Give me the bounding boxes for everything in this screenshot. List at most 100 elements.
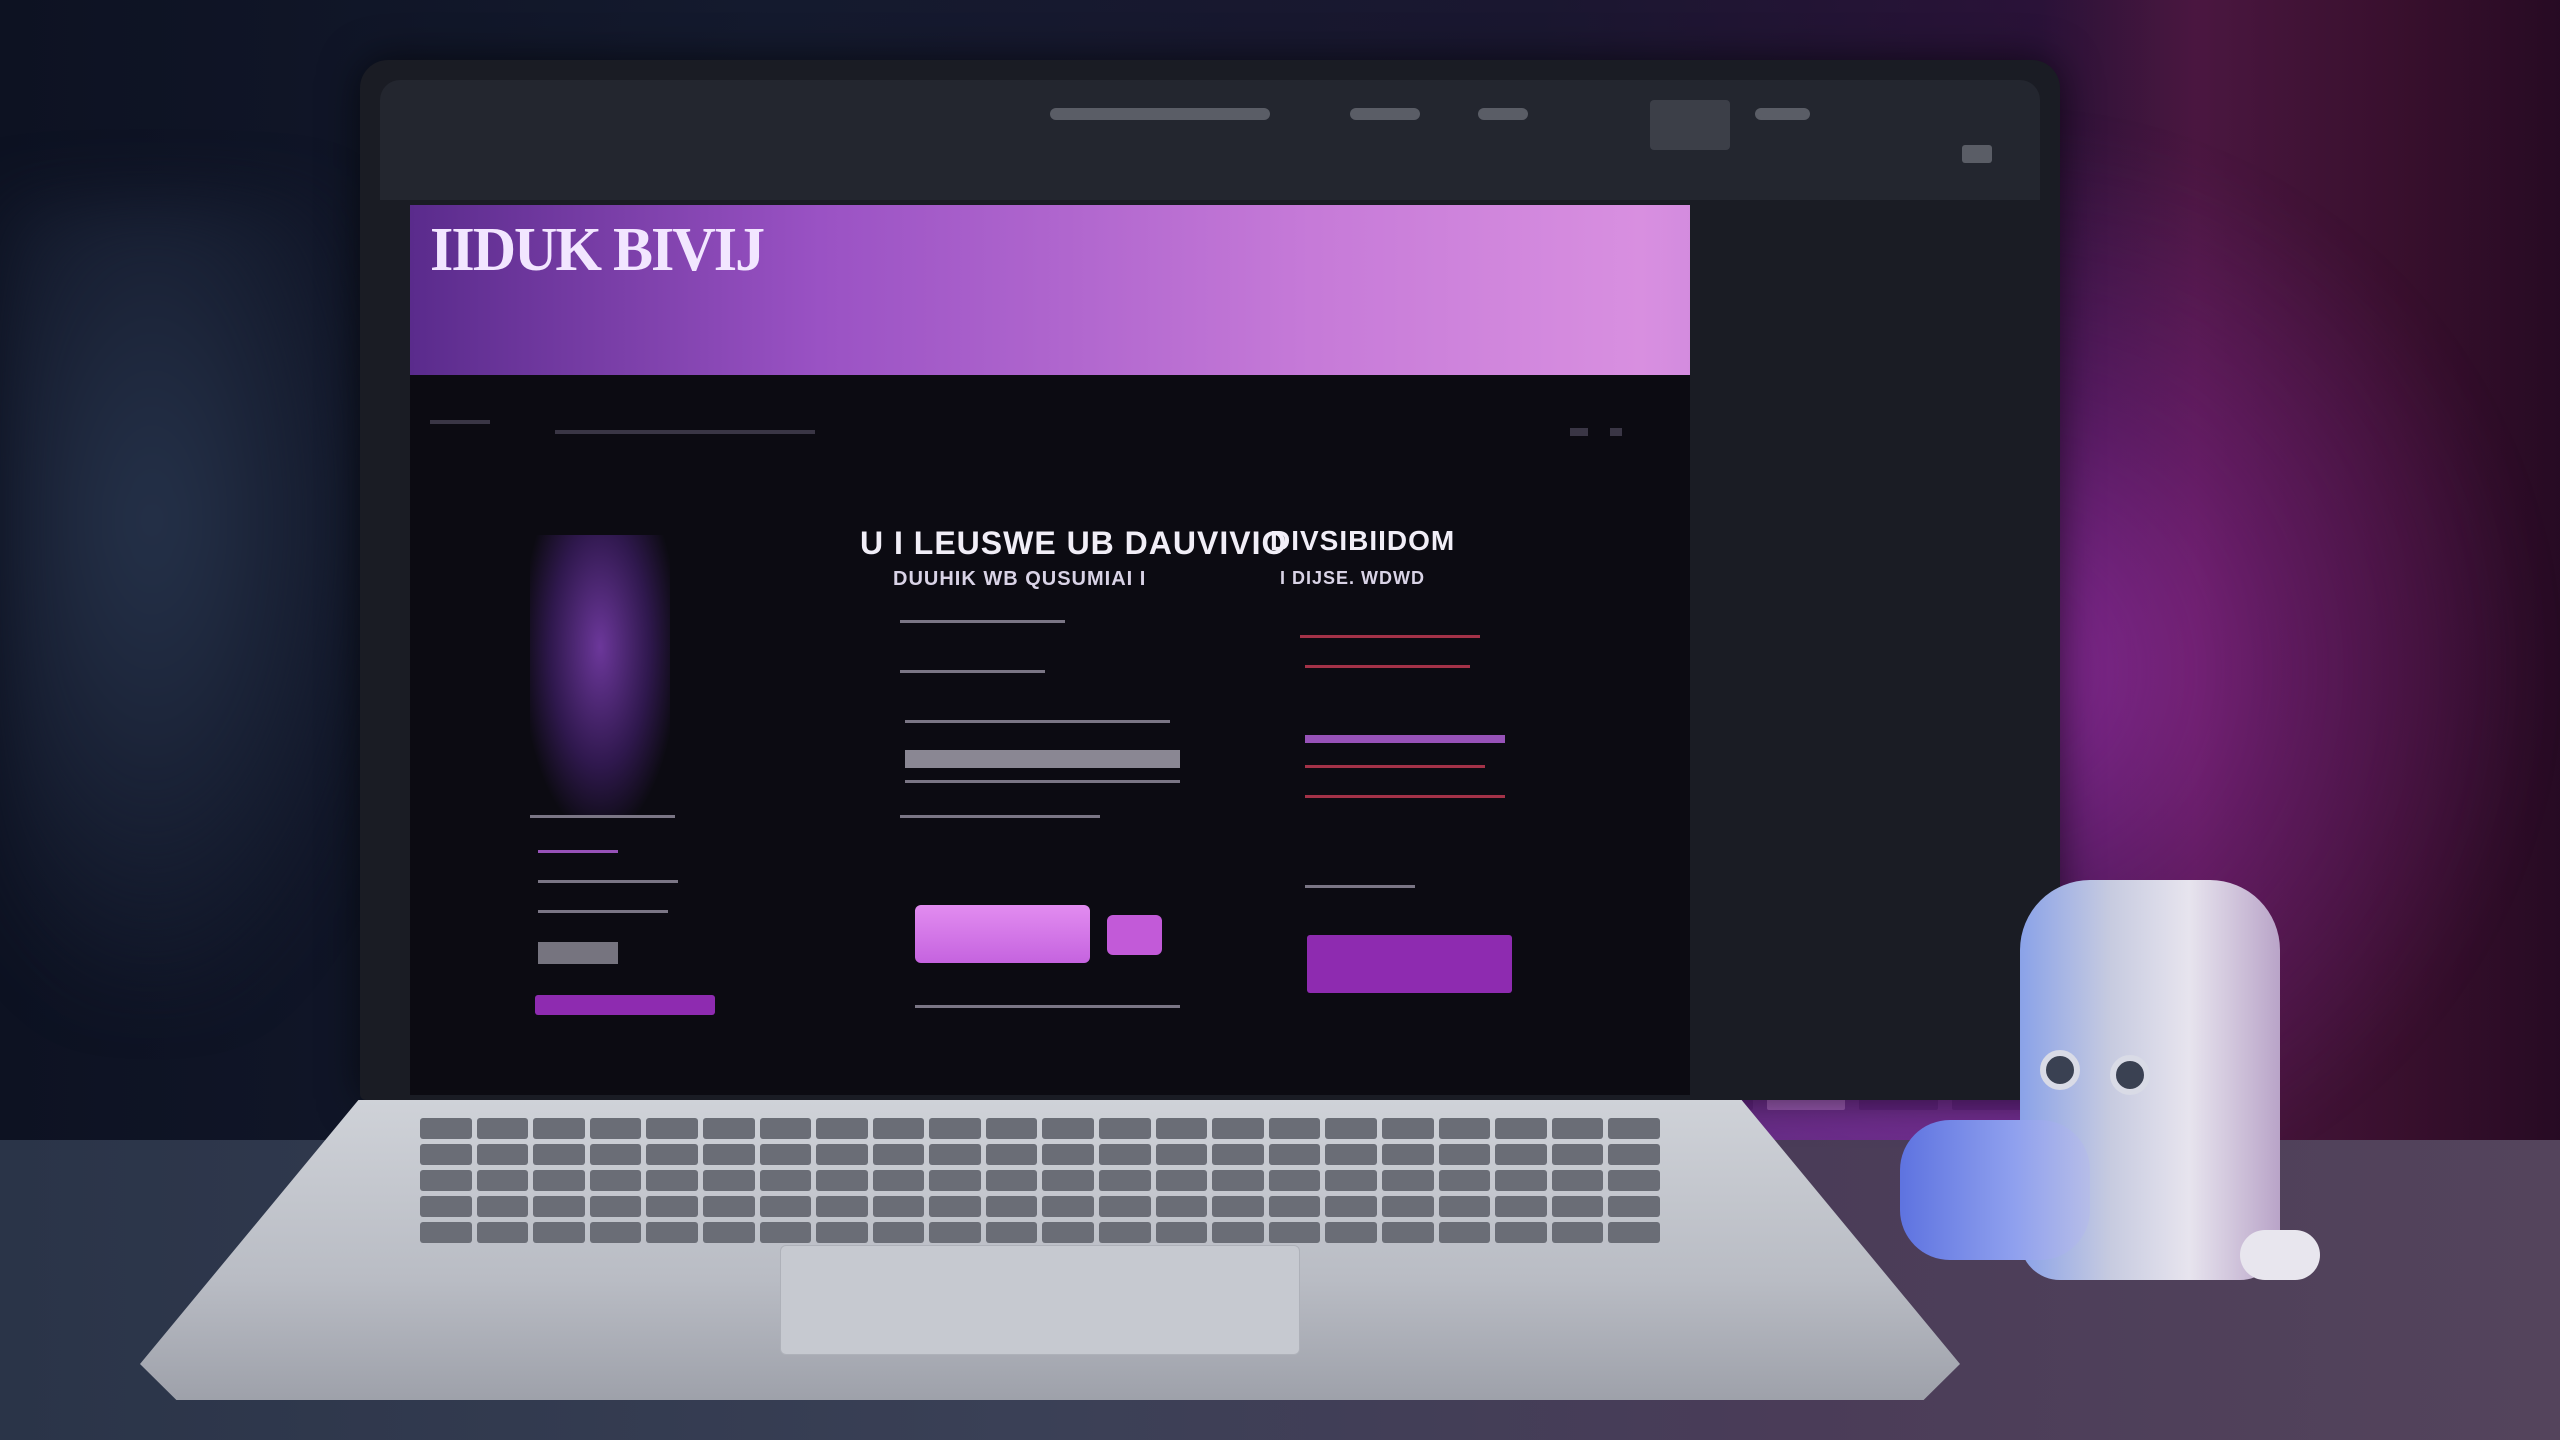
keyboard-key[interactable] xyxy=(646,1144,698,1165)
keyboard-key[interactable] xyxy=(1042,1118,1095,1139)
keyboard-key[interactable] xyxy=(1155,1144,1208,1165)
browser-window-button[interactable] xyxy=(1650,100,1730,150)
keyboard-key[interactable] xyxy=(1155,1222,1208,1243)
keyboard-key[interactable] xyxy=(1382,1196,1434,1217)
keyboard-key[interactable] xyxy=(1608,1144,1660,1165)
keyboard-key[interactable] xyxy=(1212,1196,1264,1217)
keyboard-key[interactable] xyxy=(985,1196,1038,1217)
keyboard-key[interactable] xyxy=(1325,1118,1378,1139)
keyboard-key[interactable] xyxy=(589,1118,642,1139)
site-logo[interactable]: IIDUK BIVIJ xyxy=(430,213,765,285)
keyboard-key[interactable] xyxy=(1212,1222,1264,1243)
keyboard-key[interactable] xyxy=(929,1170,981,1191)
keyboard-key[interactable] xyxy=(1495,1118,1547,1139)
keyboard-key[interactable] xyxy=(1495,1196,1547,1217)
keyboard-key[interactable] xyxy=(702,1170,755,1191)
keyboard-key[interactable] xyxy=(1099,1170,1151,1191)
keyboard-key[interactable] xyxy=(929,1222,981,1243)
site-nav-icon[interactable] xyxy=(1610,428,1622,436)
cta-button[interactable] xyxy=(915,905,1090,963)
keyboard-key[interactable] xyxy=(1268,1170,1321,1191)
keyboard-key[interactable] xyxy=(1495,1144,1547,1165)
keyboard-key[interactable] xyxy=(1099,1222,1151,1243)
keyboard-key[interactable] xyxy=(533,1118,585,1139)
browser-tab-pill[interactable] xyxy=(1350,108,1420,120)
keyboard-key[interactable] xyxy=(1551,1170,1604,1191)
keyboard-key[interactable] xyxy=(1438,1196,1491,1217)
keyboard-key[interactable] xyxy=(1551,1222,1604,1243)
keyboard-key[interactable] xyxy=(1099,1118,1151,1139)
keyboard-key[interactable] xyxy=(646,1222,698,1243)
browser-address-bar[interactable] xyxy=(1050,108,1270,120)
browser-close-button[interactable] xyxy=(1962,145,1992,163)
keyboard-key[interactable] xyxy=(985,1118,1038,1139)
keyboard-key[interactable] xyxy=(1382,1170,1434,1191)
right-column-button[interactable] xyxy=(1307,935,1512,993)
keyboard-key[interactable] xyxy=(420,1170,472,1191)
trackpad[interactable] xyxy=(780,1245,1300,1355)
keyboard-key[interactable] xyxy=(420,1196,472,1217)
keyboard-key[interactable] xyxy=(646,1118,698,1139)
keyboard-key[interactable] xyxy=(1268,1196,1321,1217)
keyboard-key[interactable] xyxy=(702,1196,755,1217)
keyboard-key[interactable] xyxy=(420,1118,472,1139)
keyboard-key[interactable] xyxy=(589,1196,642,1217)
keyboard-key[interactable] xyxy=(1495,1222,1547,1243)
keyboard-key[interactable] xyxy=(1382,1222,1434,1243)
left-column-button[interactable] xyxy=(535,995,715,1015)
keyboard-key[interactable] xyxy=(1608,1196,1660,1217)
keyboard-key[interactable] xyxy=(533,1196,585,1217)
keyboard-key[interactable] xyxy=(759,1196,812,1217)
keyboard-key[interactable] xyxy=(1438,1222,1491,1243)
keyboard-key[interactable] xyxy=(702,1222,755,1243)
keyboard-key[interactable] xyxy=(476,1144,529,1165)
keyboard-key[interactable] xyxy=(1212,1118,1264,1139)
keyboard-key[interactable] xyxy=(702,1144,755,1165)
keyboard-key[interactable] xyxy=(759,1144,812,1165)
keyboard-key[interactable] xyxy=(589,1144,642,1165)
keyboard-key[interactable] xyxy=(1325,1170,1378,1191)
browser-menu-button[interactable] xyxy=(1755,108,1810,120)
keyboard-key[interactable] xyxy=(589,1222,642,1243)
keyboard-key[interactable] xyxy=(985,1144,1038,1165)
keyboard-key[interactable] xyxy=(1155,1118,1208,1139)
keyboard-key[interactable] xyxy=(1042,1170,1095,1191)
keyboard-key[interactable] xyxy=(1042,1144,1095,1165)
keyboard-key[interactable] xyxy=(533,1170,585,1191)
keyboard-key[interactable] xyxy=(1495,1170,1547,1191)
keyboard-key[interactable] xyxy=(646,1196,698,1217)
keyboard-key[interactable] xyxy=(420,1144,472,1165)
keyboard-key[interactable] xyxy=(1551,1144,1604,1165)
keyboard-key[interactable] xyxy=(1382,1144,1434,1165)
keyboard-key[interactable] xyxy=(1099,1144,1151,1165)
keyboard-key[interactable] xyxy=(985,1222,1038,1243)
keyboard-key[interactable] xyxy=(1551,1196,1604,1217)
keyboard-key[interactable] xyxy=(816,1144,868,1165)
keyboard-key[interactable] xyxy=(1155,1196,1208,1217)
keyboard-key[interactable] xyxy=(1608,1170,1660,1191)
keyboard-key[interactable] xyxy=(759,1170,812,1191)
keyboard-key[interactable] xyxy=(1268,1144,1321,1165)
keyboard-key[interactable] xyxy=(929,1196,981,1217)
keyboard-key[interactable] xyxy=(985,1170,1038,1191)
keyboard-key[interactable] xyxy=(1268,1222,1321,1243)
site-nav-icon[interactable] xyxy=(1570,428,1588,436)
keyboard-key[interactable] xyxy=(816,1118,868,1139)
keyboard-key[interactable] xyxy=(1212,1144,1264,1165)
keyboard-key[interactable] xyxy=(1438,1118,1491,1139)
keyboard-key[interactable] xyxy=(1042,1196,1095,1217)
keyboard-key[interactable] xyxy=(872,1196,925,1217)
keyboard-key[interactable] xyxy=(929,1144,981,1165)
keyboard-key[interactable] xyxy=(1042,1222,1095,1243)
keyboard-key[interactable] xyxy=(759,1222,812,1243)
keyboard-key[interactable] xyxy=(1551,1118,1604,1139)
keyboard-key[interactable] xyxy=(872,1170,925,1191)
keyboard-key[interactable] xyxy=(1325,1222,1378,1243)
keyboard-key[interactable] xyxy=(1608,1222,1660,1243)
keyboard-key[interactable] xyxy=(816,1222,868,1243)
keyboard-key[interactable] xyxy=(929,1118,981,1139)
keyboard-key[interactable] xyxy=(1438,1170,1491,1191)
keyboard-key[interactable] xyxy=(476,1196,529,1217)
secondary-button[interactable] xyxy=(1107,915,1162,955)
keyboard-key[interactable] xyxy=(872,1144,925,1165)
